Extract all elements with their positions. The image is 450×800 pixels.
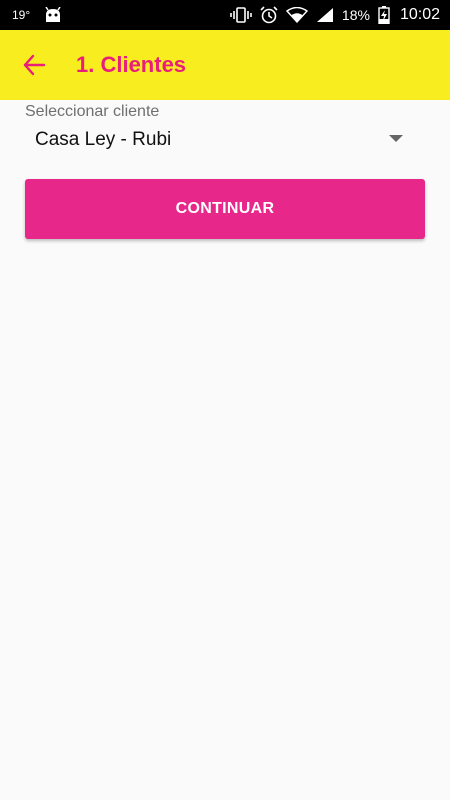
clock-text: 10:02 [399,6,440,23]
signal-icon [316,7,334,23]
status-left: 19° [12,0,62,30]
android-icon [44,7,62,23]
select-client-label: Seleccionar cliente [25,103,160,120]
page-title: 1. Clientes [76,52,187,77]
back-button[interactable] [16,47,52,83]
continue-button[interactable]: CONTINUAR [25,179,425,239]
vibrate-icon [230,7,252,23]
client-select-value: Casa Ley - Rubi [35,129,172,150]
wifi-icon [285,7,308,23]
status-right: 18% 10:02 [230,0,440,30]
temperature-text: 19° [12,8,31,22]
status-bar: 19° 18% 10:02 [0,0,450,30]
app-bar: 1. Clientes [0,30,450,100]
alarm-icon [260,6,278,24]
arrow-left-icon [22,53,46,77]
dropdown-arrow-icon [389,135,403,142]
battery-percent: 18% [341,7,370,23]
battery-charging-icon [378,6,390,24]
client-select[interactable]: Casa Ley - Rubi [25,122,425,158]
